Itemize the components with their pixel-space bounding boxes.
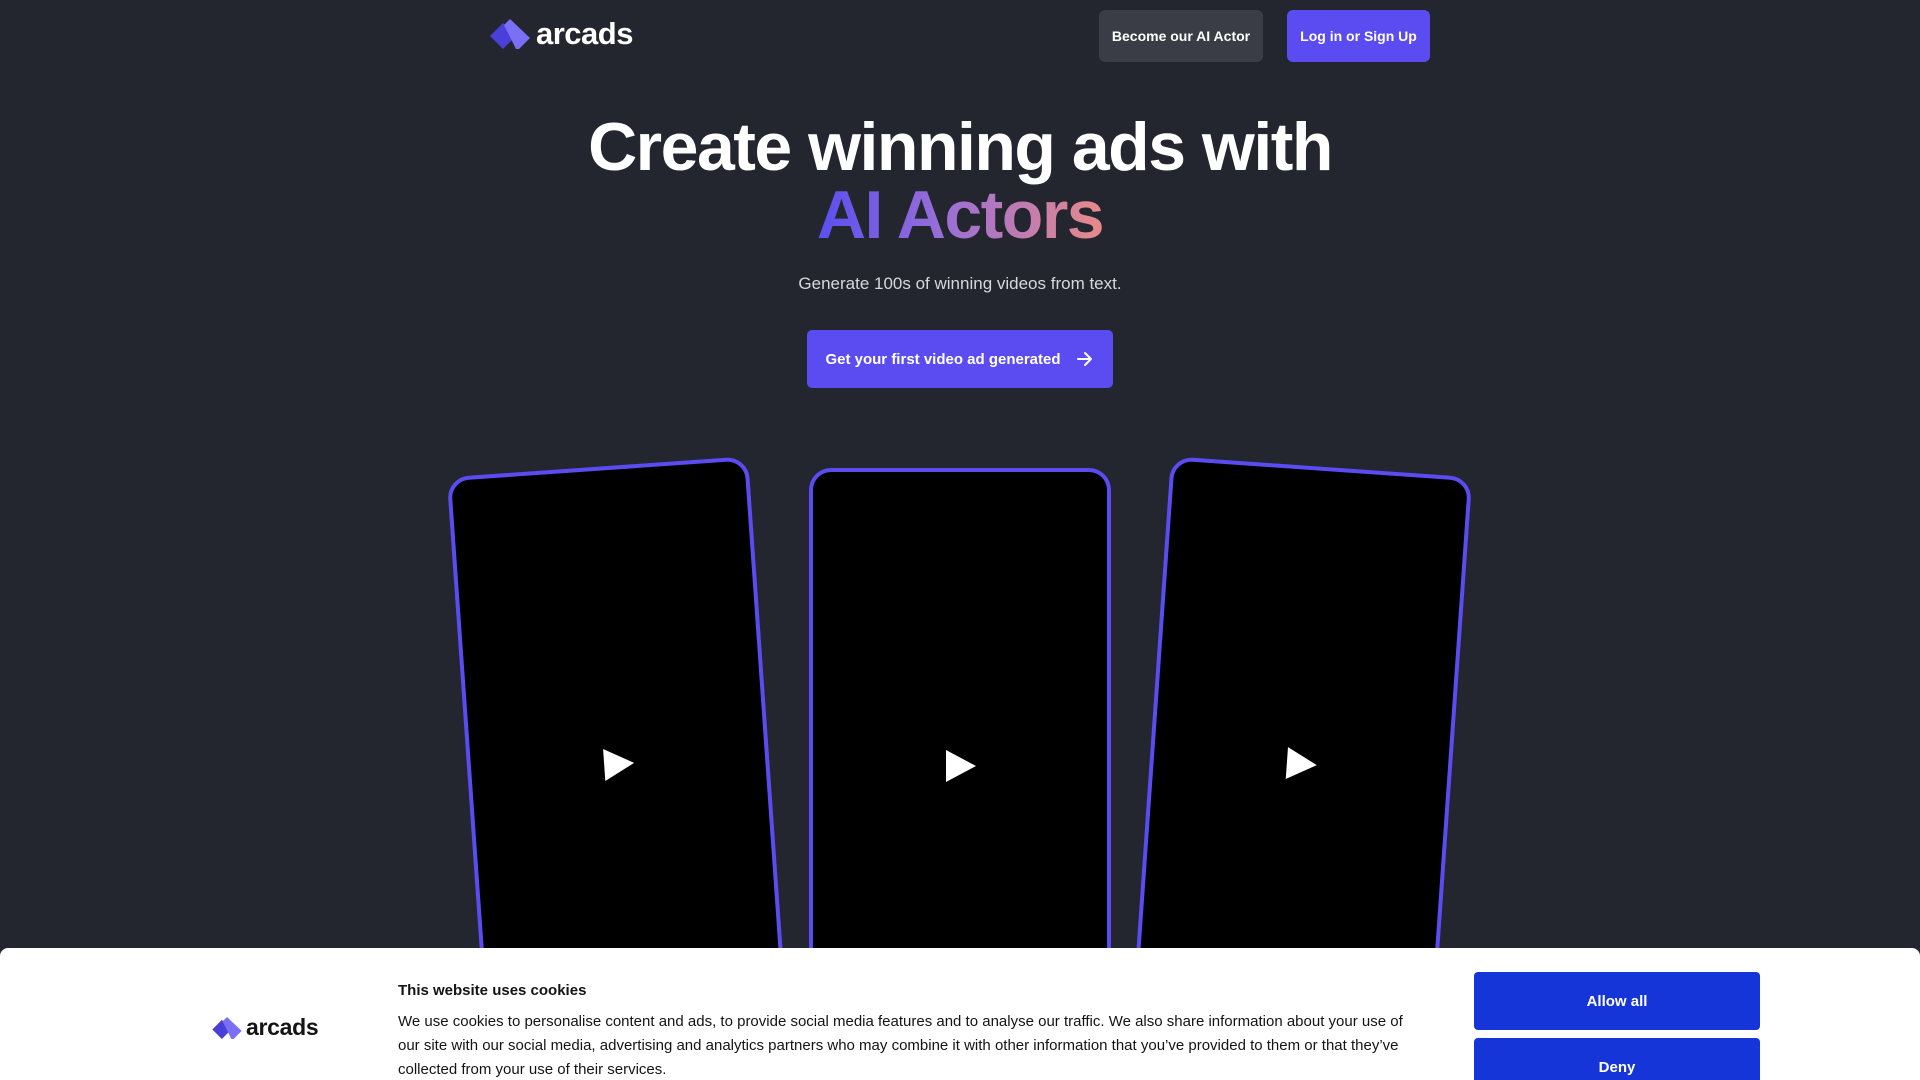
get-first-video-button[interactable]: Get your first video ad generated <box>807 330 1113 388</box>
hero-title-gradient-text: AI Actors <box>816 177 1105 253</box>
become-ai-actor-button[interactable]: Become our AI Actor <box>1099 10 1263 62</box>
logo[interactable]: arcads <box>490 16 633 52</box>
hero-subtitle: Generate 100s of winning videos from tex… <box>798 274 1122 293</box>
play-icon[interactable] <box>599 745 637 783</box>
play-icon[interactable] <box>1282 745 1320 783</box>
play-icon[interactable] <box>942 748 978 784</box>
logo-text: arcads <box>536 16 633 51</box>
cta-label: Get your first video ad generated <box>825 350 1061 368</box>
hero-title-line2: AI Actors <box>0 176 1920 254</box>
login-signup-button[interactable]: Log in or Sign Up <box>1287 10 1430 62</box>
allow-all-cookies-button[interactable]: Allow all <box>1474 972 1760 1030</box>
cookie-logo-text: arcads <box>246 1014 319 1040</box>
arcads-logo-icon <box>212 1016 242 1039</box>
arcads-logo-icon <box>490 19 530 49</box>
deny-cookies-button[interactable]: Deny <box>1474 1038 1760 1080</box>
cookie-title: This website uses cookies <box>398 982 587 999</box>
cookie-banner: arcads This website uses cookies We use … <box>0 948 1920 1080</box>
arrow-right-icon <box>1076 352 1092 366</box>
hero-title-line1: Create winning ads with <box>588 109 1333 185</box>
cookie-body-text: We use cookies to personalise content an… <box>398 1013 1403 1078</box>
cookie-banner-logo: arcads <box>212 1014 319 1041</box>
